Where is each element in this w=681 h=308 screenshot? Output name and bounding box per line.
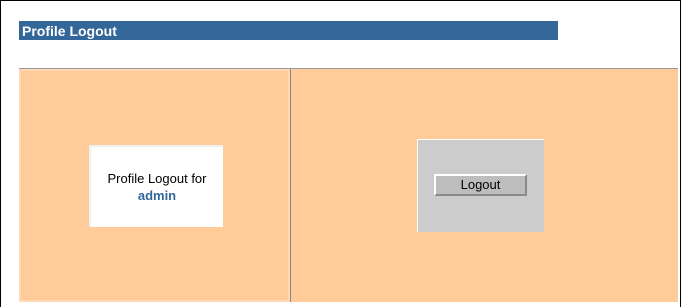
logout-for-label: Profile Logout for: [107, 171, 207, 186]
left-panel: Profile Logout for admin: [19, 69, 290, 302]
page-title: Profile Logout: [19, 21, 558, 41]
logout-box: Logout: [417, 139, 544, 232]
page-frame: Profile Logout Profile Logout for admin …: [0, 0, 681, 307]
right-panel: Logout: [291, 69, 678, 302]
content-area: Profile Logout for admin Logout: [19, 68, 678, 302]
username-label: admin: [137, 188, 177, 203]
logout-button[interactable]: Logout: [434, 174, 527, 196]
user-card: Profile Logout for admin: [89, 145, 223, 227]
